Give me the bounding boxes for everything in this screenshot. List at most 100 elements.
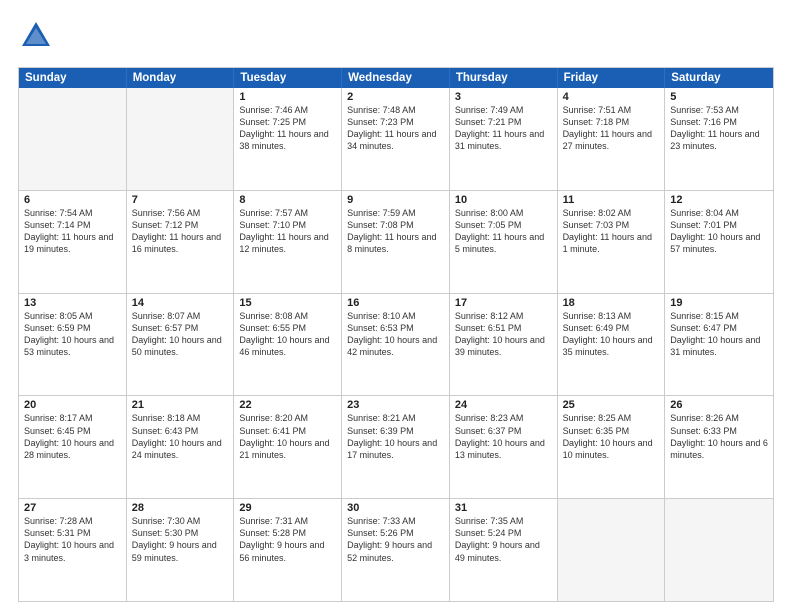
calendar-cell: 20Sunrise: 8:17 AMSunset: 6:45 PMDayligh… [19,396,127,498]
header-day-saturday: Saturday [665,68,773,88]
calendar-week-3: 13Sunrise: 8:05 AMSunset: 6:59 PMDayligh… [19,293,773,396]
calendar-cell: 24Sunrise: 8:23 AMSunset: 6:37 PMDayligh… [450,396,558,498]
day-info: Sunrise: 8:04 AMSunset: 7:01 PMDaylight:… [670,207,768,256]
day-info: Sunrise: 7:35 AMSunset: 5:24 PMDaylight:… [455,515,552,564]
calendar-week-5: 27Sunrise: 7:28 AMSunset: 5:31 PMDayligh… [19,498,773,601]
header-day-friday: Friday [558,68,666,88]
header-day-monday: Monday [127,68,235,88]
day-number: 10 [455,194,552,206]
day-info: Sunrise: 7:33 AMSunset: 5:26 PMDaylight:… [347,515,444,564]
day-info: Sunrise: 8:17 AMSunset: 6:45 PMDaylight:… [24,412,121,461]
calendar-cell: 29Sunrise: 7:31 AMSunset: 5:28 PMDayligh… [234,499,342,601]
day-number: 28 [132,502,229,514]
day-info: Sunrise: 8:26 AMSunset: 6:33 PMDaylight:… [670,412,768,461]
calendar-cell: 3Sunrise: 7:49 AMSunset: 7:21 PMDaylight… [450,88,558,190]
calendar-header: SundayMondayTuesdayWednesdayThursdayFrid… [19,68,773,88]
header-day-sunday: Sunday [19,68,127,88]
day-number: 8 [239,194,336,206]
calendar-cell: 28Sunrise: 7:30 AMSunset: 5:30 PMDayligh… [127,499,235,601]
day-number: 4 [563,91,660,103]
calendar-cell: 27Sunrise: 7:28 AMSunset: 5:31 PMDayligh… [19,499,127,601]
day-info: Sunrise: 7:59 AMSunset: 7:08 PMDaylight:… [347,207,444,256]
calendar-cell: 18Sunrise: 8:13 AMSunset: 6:49 PMDayligh… [558,294,666,396]
calendar-cell: 22Sunrise: 8:20 AMSunset: 6:41 PMDayligh… [234,396,342,498]
day-number: 31 [455,502,552,514]
day-number: 22 [239,399,336,411]
day-number: 17 [455,297,552,309]
calendar-cell: 17Sunrise: 8:12 AMSunset: 6:51 PMDayligh… [450,294,558,396]
day-number: 29 [239,502,336,514]
day-info: Sunrise: 8:15 AMSunset: 6:47 PMDaylight:… [670,310,768,359]
calendar-cell: 8Sunrise: 7:57 AMSunset: 7:10 PMDaylight… [234,191,342,293]
day-info: Sunrise: 8:23 AMSunset: 6:37 PMDaylight:… [455,412,552,461]
day-info: Sunrise: 8:20 AMSunset: 6:41 PMDaylight:… [239,412,336,461]
header-day-thursday: Thursday [450,68,558,88]
calendar-cell: 10Sunrise: 8:00 AMSunset: 7:05 PMDayligh… [450,191,558,293]
day-info: Sunrise: 7:48 AMSunset: 7:23 PMDaylight:… [347,104,444,153]
day-number: 6 [24,194,121,206]
day-info: Sunrise: 7:51 AMSunset: 7:18 PMDaylight:… [563,104,660,153]
day-info: Sunrise: 7:53 AMSunset: 7:16 PMDaylight:… [670,104,768,153]
calendar-cell: 31Sunrise: 7:35 AMSunset: 5:24 PMDayligh… [450,499,558,601]
day-number: 7 [132,194,229,206]
calendar-cell: 12Sunrise: 8:04 AMSunset: 7:01 PMDayligh… [665,191,773,293]
day-number: 19 [670,297,768,309]
calendar-cell: 13Sunrise: 8:05 AMSunset: 6:59 PMDayligh… [19,294,127,396]
header [18,18,774,59]
day-info: Sunrise: 8:21 AMSunset: 6:39 PMDaylight:… [347,412,444,461]
calendar-cell: 30Sunrise: 7:33 AMSunset: 5:26 PMDayligh… [342,499,450,601]
day-number: 25 [563,399,660,411]
day-number: 2 [347,91,444,103]
day-number: 23 [347,399,444,411]
calendar-cell: 25Sunrise: 8:25 AMSunset: 6:35 PMDayligh… [558,396,666,498]
day-info: Sunrise: 8:07 AMSunset: 6:57 PMDaylight:… [132,310,229,359]
day-number: 30 [347,502,444,514]
day-number: 5 [670,91,768,103]
calendar-body: 1Sunrise: 7:46 AMSunset: 7:25 PMDaylight… [19,88,773,601]
calendar-cell: 2Sunrise: 7:48 AMSunset: 7:23 PMDaylight… [342,88,450,190]
calendar-cell [665,499,773,601]
calendar-cell: 4Sunrise: 7:51 AMSunset: 7:18 PMDaylight… [558,88,666,190]
day-info: Sunrise: 8:12 AMSunset: 6:51 PMDaylight:… [455,310,552,359]
day-number: 18 [563,297,660,309]
calendar-cell [127,88,235,190]
day-number: 11 [563,194,660,206]
calendar-week-1: 1Sunrise: 7:46 AMSunset: 7:25 PMDaylight… [19,88,773,190]
day-number: 13 [24,297,121,309]
day-number: 24 [455,399,552,411]
calendar-cell: 15Sunrise: 8:08 AMSunset: 6:55 PMDayligh… [234,294,342,396]
calendar-cell: 16Sunrise: 8:10 AMSunset: 6:53 PMDayligh… [342,294,450,396]
day-number: 12 [670,194,768,206]
day-info: Sunrise: 8:08 AMSunset: 6:55 PMDaylight:… [239,310,336,359]
day-number: 26 [670,399,768,411]
day-info: Sunrise: 7:57 AMSunset: 7:10 PMDaylight:… [239,207,336,256]
day-number: 3 [455,91,552,103]
day-info: Sunrise: 7:54 AMSunset: 7:14 PMDaylight:… [24,207,121,256]
day-info: Sunrise: 7:30 AMSunset: 5:30 PMDaylight:… [132,515,229,564]
calendar-cell: 5Sunrise: 7:53 AMSunset: 7:16 PMDaylight… [665,88,773,190]
day-info: Sunrise: 8:00 AMSunset: 7:05 PMDaylight:… [455,207,552,256]
calendar-cell: 26Sunrise: 8:26 AMSunset: 6:33 PMDayligh… [665,396,773,498]
day-info: Sunrise: 7:49 AMSunset: 7:21 PMDaylight:… [455,104,552,153]
day-info: Sunrise: 8:13 AMSunset: 6:49 PMDaylight:… [563,310,660,359]
logo [18,18,58,59]
day-info: Sunrise: 8:25 AMSunset: 6:35 PMDaylight:… [563,412,660,461]
day-number: 9 [347,194,444,206]
day-info: Sunrise: 8:10 AMSunset: 6:53 PMDaylight:… [347,310,444,359]
calendar-cell: 19Sunrise: 8:15 AMSunset: 6:47 PMDayligh… [665,294,773,396]
day-number: 1 [239,91,336,103]
calendar-cell: 1Sunrise: 7:46 AMSunset: 7:25 PMDaylight… [234,88,342,190]
calendar: SundayMondayTuesdayWednesdayThursdayFrid… [18,67,774,602]
page: SundayMondayTuesdayWednesdayThursdayFrid… [0,0,792,612]
day-info: Sunrise: 7:28 AMSunset: 5:31 PMDaylight:… [24,515,121,564]
day-info: Sunrise: 7:56 AMSunset: 7:12 PMDaylight:… [132,207,229,256]
day-number: 15 [239,297,336,309]
day-info: Sunrise: 8:18 AMSunset: 6:43 PMDaylight:… [132,412,229,461]
day-number: 27 [24,502,121,514]
calendar-cell [19,88,127,190]
day-number: 14 [132,297,229,309]
day-info: Sunrise: 8:05 AMSunset: 6:59 PMDaylight:… [24,310,121,359]
calendar-week-2: 6Sunrise: 7:54 AMSunset: 7:14 PMDaylight… [19,190,773,293]
day-info: Sunrise: 7:46 AMSunset: 7:25 PMDaylight:… [239,104,336,153]
calendar-week-4: 20Sunrise: 8:17 AMSunset: 6:45 PMDayligh… [19,395,773,498]
